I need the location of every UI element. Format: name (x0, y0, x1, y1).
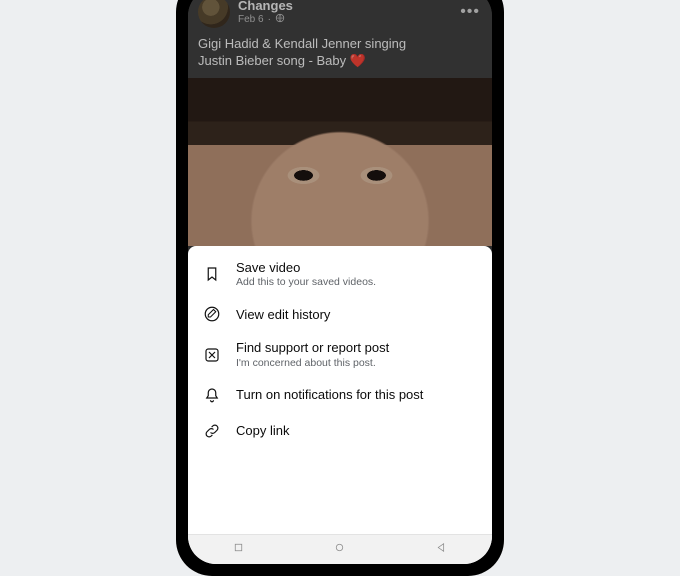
copy-link-title: Copy link (236, 423, 289, 439)
report-icon (202, 345, 222, 365)
view-edit-history-item[interactable]: View edit history (188, 296, 492, 332)
copy-link-item[interactable]: Copy link (188, 413, 492, 449)
link-icon (202, 421, 222, 441)
post-date: Feb 6 (238, 14, 264, 25)
avatar[interactable] (198, 0, 230, 28)
android-nav-bar (188, 534, 492, 564)
dot-separator: · (268, 14, 271, 25)
post-subline: Feb 6 · (238, 13, 458, 26)
notifications-title: Turn on notifications for this post (236, 387, 423, 403)
report-post-item[interactable]: Find support or report post I'm concerne… (188, 332, 492, 377)
edit-history-icon (202, 304, 222, 324)
globe-icon (275, 13, 285, 26)
report-post-sub: I'm concerned about this post. (236, 357, 389, 369)
post-meta: Changes Feb 6 · (238, 0, 458, 26)
post-header: Changes Feb 6 · ••• (188, 0, 492, 34)
post-dimmed-area: Changes Feb 6 · ••• Gigi Hadid & Kendall… (188, 0, 492, 246)
save-video-title: Save video (236, 260, 376, 276)
video-thumbnail[interactable] (188, 78, 492, 246)
screen: Changes Feb 6 · ••• Gigi Hadid & Kendall… (188, 0, 492, 564)
nav-back-icon[interactable] (435, 541, 448, 559)
post-overflow-button[interactable]: ••• (458, 3, 482, 21)
save-video-sub: Add this to your saved videos. (236, 276, 376, 288)
view-edit-history-title: View edit history (236, 307, 330, 323)
caption-line-2: Justin Bieber song - Baby ❤️ (198, 53, 366, 68)
post-caption: Gigi Hadid & Kendall Jenner singing Just… (188, 34, 492, 78)
nav-recent-icon[interactable] (232, 541, 245, 559)
post-author[interactable]: Changes (238, 0, 458, 13)
bell-icon (202, 385, 222, 405)
notifications-item[interactable]: Turn on notifications for this post (188, 377, 492, 413)
caption-line-1: Gigi Hadid & Kendall Jenner singing (198, 36, 406, 51)
phone-frame: Changes Feb 6 · ••• Gigi Hadid & Kendall… (176, 0, 504, 576)
report-post-title: Find support or report post (236, 340, 389, 356)
phone-bezel: Changes Feb 6 · ••• Gigi Hadid & Kendall… (188, 0, 492, 564)
bookmark-icon (202, 264, 222, 284)
action-sheet: Save video Add this to your saved videos… (188, 246, 492, 564)
save-video-item[interactable]: Save video Add this to your saved videos… (188, 252, 492, 297)
nav-home-icon[interactable] (333, 541, 346, 559)
